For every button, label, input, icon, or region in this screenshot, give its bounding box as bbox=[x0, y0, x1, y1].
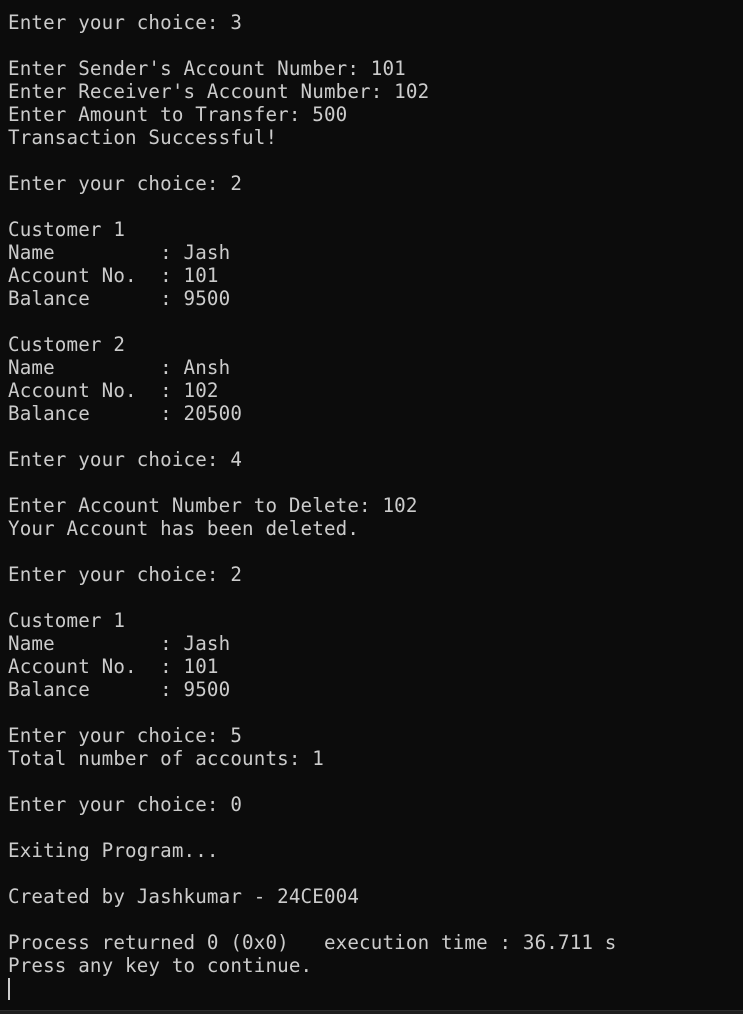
console-line: Enter your choice: 5 bbox=[8, 724, 243, 747]
console-line: Name : Jash bbox=[8, 241, 231, 264]
console-line: Enter your choice: 4 bbox=[8, 448, 243, 471]
text-cursor bbox=[8, 978, 10, 1000]
console-line: Balance : 9500 bbox=[8, 287, 231, 310]
console-line: Enter your choice: 2 bbox=[8, 172, 243, 195]
console-line: Customer 1 bbox=[8, 609, 126, 632]
console-window[interactable]: Enter your choice: 3 Enter Sender's Acco… bbox=[0, 0, 743, 1010]
console-line: Enter Receiver's Account Number: 102 bbox=[8, 80, 430, 103]
cursor-line bbox=[8, 977, 743, 1000]
console-line: Transaction Successful! bbox=[8, 126, 278, 149]
console-line: Customer 1 bbox=[8, 218, 126, 241]
console-line: Created by Jashkumar - 24CE004 bbox=[8, 885, 360, 908]
console-line: Account No. : 101 bbox=[8, 264, 219, 287]
console-line: Total number of accounts: 1 bbox=[8, 747, 324, 770]
console-line: Account No. : 102 bbox=[8, 379, 219, 402]
console-line: Process returned 0 (0x0) execution time … bbox=[8, 931, 617, 954]
console-line: Your Account has been deleted. bbox=[8, 517, 360, 540]
console-line: Balance : 9500 bbox=[8, 678, 231, 701]
console-line: Enter Account Number to Delete: 102 bbox=[8, 494, 418, 517]
console-line: Name : Jash bbox=[8, 632, 231, 655]
console-line: Customer 2 bbox=[8, 333, 126, 356]
console-line: Balance : 20500 bbox=[8, 402, 243, 425]
window-bottom-edge bbox=[0, 1010, 743, 1014]
console-line: Enter your choice: 0 bbox=[8, 793, 243, 816]
console-line: Enter your choice: 2 bbox=[8, 563, 243, 586]
console-line: Enter your choice: 3 bbox=[8, 11, 243, 34]
console-line: Exiting Program... bbox=[8, 839, 219, 862]
console-line: Name : Ansh bbox=[8, 356, 231, 379]
console-line: Enter Amount to Transfer: 500 bbox=[8, 103, 348, 126]
console-line: Press any key to continue. bbox=[8, 954, 313, 977]
console-line: Account No. : 101 bbox=[8, 655, 219, 678]
console-line: Enter Sender's Account Number: 101 bbox=[8, 57, 406, 80]
